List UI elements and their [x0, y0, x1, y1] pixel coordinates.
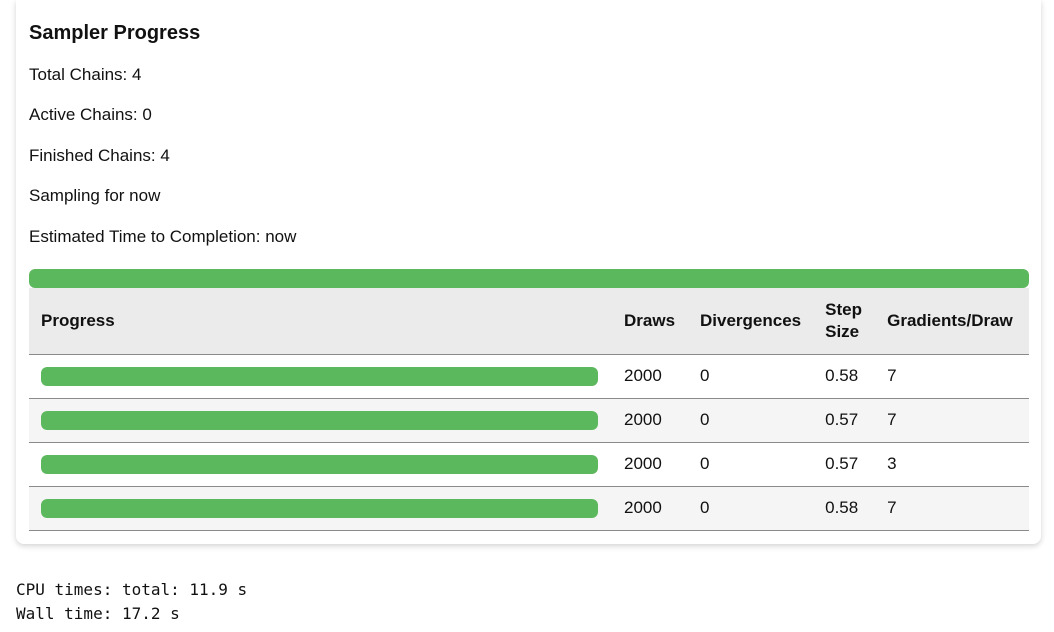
- divergences-cell: 0: [688, 442, 814, 487]
- gradients-per-draw-cell: 7: [875, 486, 1029, 531]
- draws-cell: 2000: [612, 354, 688, 399]
- table-header-row: Progress Draws Divergences Step Size Gra…: [29, 288, 1029, 355]
- draws-cell: 2000: [612, 486, 688, 531]
- divergences-cell: 0: [688, 486, 814, 531]
- chain-progress-cell: [29, 442, 612, 487]
- step-size-cell: 0.57: [813, 398, 876, 443]
- header-draws: Draws: [612, 288, 688, 355]
- gradients-per-draw-cell: 7: [875, 354, 1029, 399]
- step-size-cell: 0.57: [813, 442, 876, 487]
- active-chains-text: Active Chains: 0: [29, 105, 152, 124]
- gradients-per-draw-cell: 3: [875, 442, 1029, 487]
- step-size-cell: 0.58: [813, 354, 876, 399]
- table-row: 2000 0 0.58 7: [29, 486, 1029, 531]
- sampling-time-text: Sampling for now: [29, 186, 161, 205]
- overall-progress-bar: [29, 269, 1029, 288]
- chain-progress-bar: [41, 498, 598, 518]
- chain-progress-fill: [41, 498, 598, 518]
- wall-time-text: Wall time: 17.2 s: [16, 604, 180, 623]
- chain-progress-fill: [41, 366, 598, 386]
- chain-progress-cell: [29, 354, 612, 399]
- table-row: 2000 0 0.57 3: [29, 442, 1029, 487]
- draws-cell: 2000: [612, 442, 688, 487]
- chain-progress-bar: [41, 454, 598, 474]
- table-row: 2000 0 0.58 7: [29, 354, 1029, 399]
- finished-chains-text: Finished Chains: 4: [29, 146, 170, 165]
- chain-progress-cell: [29, 486, 612, 531]
- chain-rows: 2000 0 0.58 7 2000 0 0.57 7 2000 0 0.57 3 2000 0 0.58 7: [29, 354, 1029, 531]
- total-chains-text: Total Chains: 4: [29, 65, 142, 84]
- eta-text: Estimated Time to Completion: now: [29, 227, 297, 246]
- sampler-progress-panel: Sampler Progress Total Chains: 4 Active …: [16, 0, 1041, 544]
- divergences-cell: 0: [688, 398, 814, 443]
- step-size-cell: 0.58: [813, 486, 876, 531]
- overall-progress-fill: [29, 269, 1029, 288]
- header-divergences: Divergences: [688, 288, 814, 355]
- divergences-cell: 0: [688, 354, 814, 399]
- chain-progress-bar: [41, 410, 598, 430]
- table-row: 2000 0 0.57 7: [29, 398, 1029, 443]
- draws-cell: 2000: [612, 398, 688, 443]
- panel-title: Sampler Progress: [29, 22, 201, 44]
- header-gradients-per-draw: Gradients/Draw: [875, 288, 1029, 355]
- chain-progress-bar: [41, 366, 598, 386]
- gradients-per-draw-cell: 7: [875, 398, 1029, 443]
- chain-progress-cell: [29, 398, 612, 443]
- header-step-size: Step Size: [813, 288, 876, 355]
- cell-output: CPU times: total: 11.9 s Wall time: 17.2…: [16, 578, 247, 626]
- chains-table: Progress Draws Divergences Step Size Gra…: [29, 288, 1029, 531]
- cpu-times-text: CPU times: total: 11.9 s: [16, 580, 248, 599]
- chain-progress-fill: [41, 454, 598, 474]
- header-progress: Progress: [29, 288, 612, 355]
- chain-progress-fill: [41, 410, 598, 430]
